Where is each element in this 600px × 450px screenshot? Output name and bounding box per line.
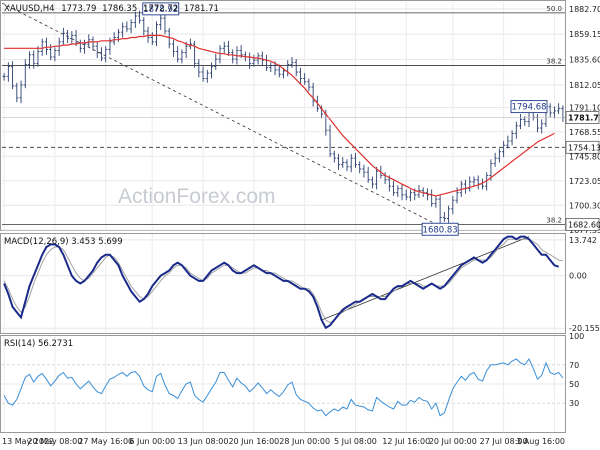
annotation-text: 1794.68 [511, 103, 546, 113]
macd-label: MACD(12,26,9) 3.453 5.699 [4, 237, 123, 247]
rsi-tick-label: 70 [569, 361, 579, 370]
rsi-tick-label: 50 [569, 380, 579, 389]
price-annotation: 1680.83 [421, 222, 459, 236]
macd-tick-label: 13.742 [569, 236, 597, 245]
price-tick-label: 1812.05 [569, 81, 600, 90]
price-tick-label: 1768.55 [569, 128, 600, 137]
x-tick-label: 12 Jul 16:00 [382, 437, 430, 446]
price-highlight-text: 1754.13 [568, 143, 600, 152]
watermark: ActionForex.com [118, 185, 276, 208]
x-tick-label: 28 Jun 00:00 [279, 437, 330, 446]
fib-label: 38.2 [546, 58, 562, 66]
fib-label: 50.0 [546, 5, 562, 13]
annotation-text: 1680.83 [423, 225, 458, 235]
x-tick-label: 27 May 16:00 [78, 437, 133, 446]
x-tick-label: 13 Jun 08:00 [178, 437, 229, 446]
price-panel-frame [0, 0, 566, 231]
instrument-label: XAUUSD,H4 [4, 4, 55, 14]
x-tick-label: 6 Jun 00:00 [129, 437, 175, 446]
rsi-label: RSI(14) 56.2731 [4, 339, 73, 349]
x-tick-label: 5 Jul 08:00 [334, 437, 377, 446]
price-highlight-fib: 1682.60 [565, 217, 600, 231]
price-tick-label: 1859.15 [569, 30, 600, 39]
rsi-tick-label: 100 [569, 332, 584, 341]
ohlc-high: 1786.35 [102, 4, 137, 14]
x-tick-label: 20 Jul 00:00 [429, 437, 477, 446]
price-tick-label: 1791.10 [569, 103, 600, 112]
price-highlight-level: 1754.13 [565, 140, 600, 154]
price-highlight-text: 1682.60 [568, 220, 600, 229]
fib-label: 38.2 [546, 216, 562, 224]
price-tick-label: 1882.70 [569, 5, 600, 14]
x-tick-label: 20 Jun 16:00 [228, 437, 279, 446]
chart-container: ActionForex.com 50.038.238.2 1878.921794… [0, 0, 600, 446]
price-tick-label: 1700.30 [569, 201, 600, 210]
ohlc-open: 1773.79 [61, 4, 96, 14]
rsi-tick-label: 30 [569, 399, 579, 408]
ohlc-low: 1772.72 [143, 4, 178, 14]
x-tick-label: 3 Aug 16:00 [516, 437, 565, 446]
price-highlight-text: 1781.71 [568, 114, 600, 123]
price-panel-header: XAUUSD,H4 1773.79 1786.35 1772.72 1781.7… [4, 4, 219, 14]
macd-panel-frame [0, 233, 566, 334]
price-annotation: 1794.68 [510, 100, 548, 114]
price-tick-label: 1723.05 [569, 177, 600, 186]
x-tick-label: 20 May 08:00 [27, 437, 82, 446]
macd-tick-label: 0.00 [569, 272, 587, 281]
ohlc-close: 1781.71 [184, 4, 219, 14]
price-tick-label: 1835.60 [569, 56, 600, 65]
x-axis-labels: 13 May 202220 May 08:0027 May 16:006 Jun… [2, 437, 565, 446]
